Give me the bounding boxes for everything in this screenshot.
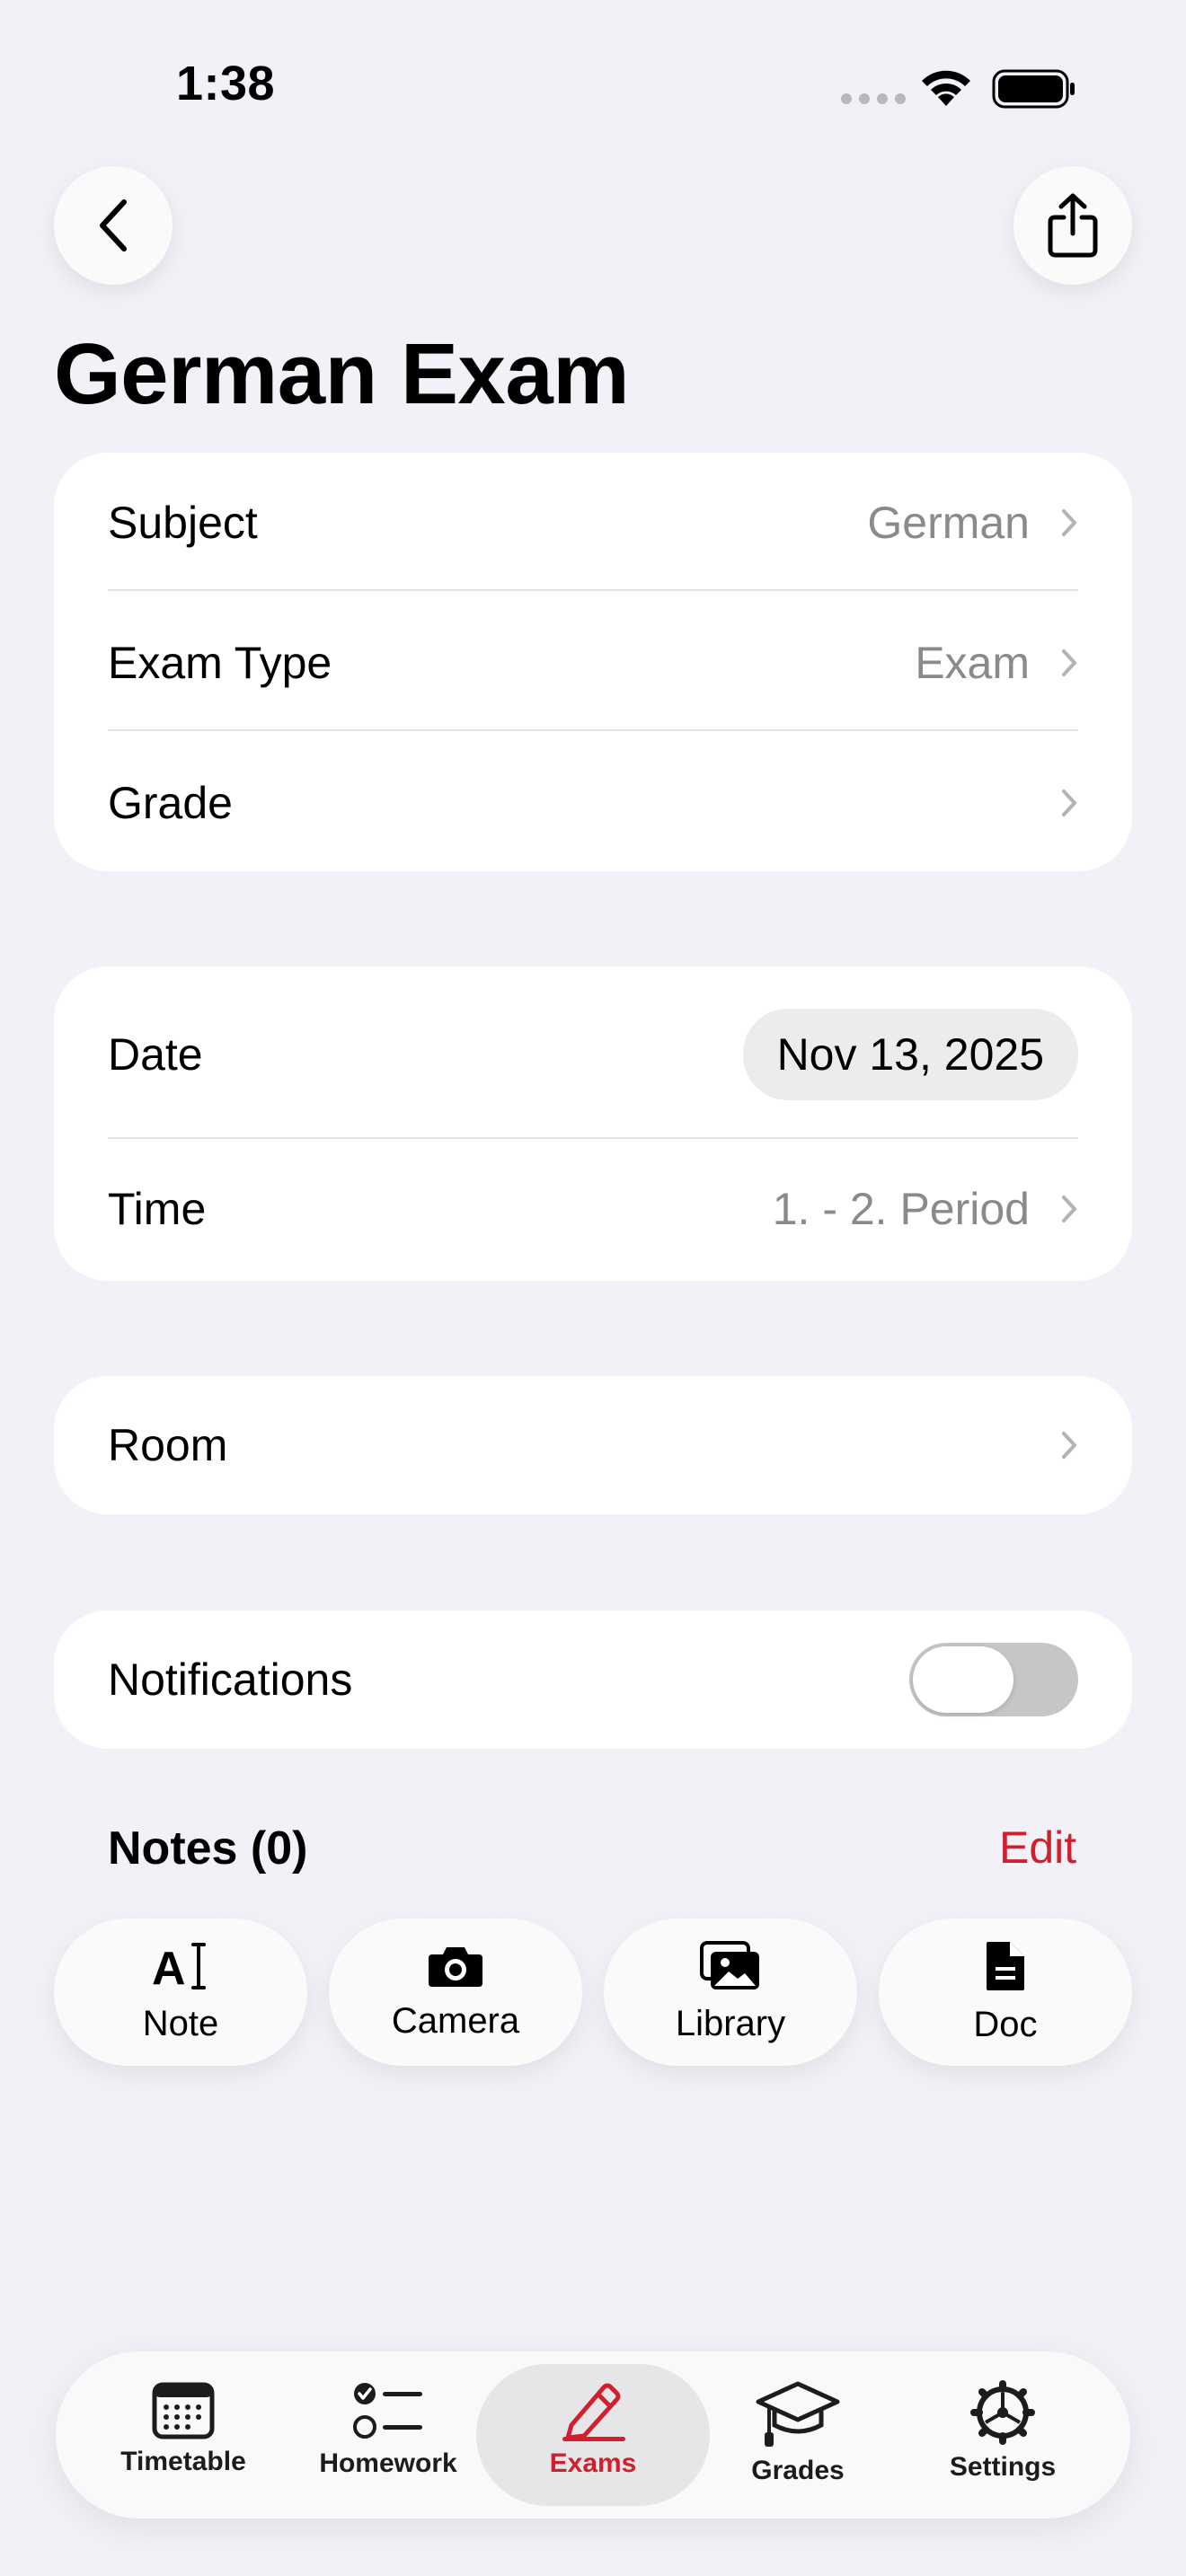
time-row[interactable]: Time 1. - 2. Period [108, 1171, 1078, 1247]
chevron-right-icon [1062, 1432, 1076, 1459]
chevron-right-icon [1062, 509, 1076, 536]
graduation-cap-icon [756, 2381, 840, 2447]
tab-exams[interactable]: Exams [503, 2380, 683, 2488]
tab-homework[interactable]: Homework [298, 2380, 478, 2488]
pencil-icon [562, 2383, 625, 2441]
tab-settings[interactable]: Settings [913, 2380, 1093, 2488]
chevron-left-icon [100, 199, 127, 251]
tab-grades-label: Grades [751, 2456, 845, 2485]
tab-grades[interactable]: Grades [708, 2380, 888, 2488]
share-icon [1048, 193, 1098, 258]
grade-row[interactable]: Grade [108, 765, 1078, 841]
tab-timetable-label: Timetable [120, 2447, 246, 2476]
subject-value: German [867, 498, 1030, 548]
doc-label: Doc [973, 2004, 1038, 2044]
chevron-right-icon [1062, 649, 1076, 676]
page-title: German Exam [54, 326, 630, 422]
divider [108, 589, 1078, 591]
time-value: 1. - 2. Period [772, 1184, 1030, 1234]
share-button[interactable] [1013, 166, 1132, 285]
library-label: Library [675, 2003, 786, 2043]
chevron-right-icon [1062, 1195, 1076, 1222]
time-label: Time [108, 1184, 207, 1234]
notifications-label: Notifications [108, 1654, 353, 1705]
chevron-right-icon [1062, 790, 1076, 816]
subject-label: Subject [108, 498, 258, 548]
date-row: Date Nov 13, 2025 [108, 1008, 1078, 1101]
room-card: Room [54, 1376, 1132, 1514]
library-button[interactable]: Library [604, 1919, 857, 2066]
doc-button[interactable]: Doc [879, 1919, 1132, 2066]
divider [108, 729, 1078, 731]
schedule-card: Date Nov 13, 2025 Time 1. - 2. Period [54, 966, 1132, 1281]
cellular-signal-icon [841, 93, 906, 104]
room-row[interactable]: Room [108, 1407, 1078, 1483]
tab-exams-label: Exams [549, 2448, 637, 2478]
grade-label: Grade [108, 778, 233, 828]
camera-button[interactable]: Camera [329, 1919, 582, 2066]
add-note-button[interactable]: A Note [54, 1919, 307, 2066]
camera-label: Camera [391, 2000, 520, 2041]
checklist-icon [353, 2383, 422, 2439]
date-label: Date [108, 1029, 203, 1080]
room-label: Room [108, 1420, 228, 1470]
document-icon [987, 1941, 1024, 1990]
notifications-row: Notifications [108, 1637, 1078, 1722]
toggle-knob [913, 1646, 1013, 1713]
notes-edit-button[interactable]: Edit [999, 1822, 1076, 1874]
notifications-card: Notifications [54, 1610, 1132, 1749]
date-picker-button[interactable]: Nov 13, 2025 [742, 1009, 1078, 1100]
camera-icon [429, 1946, 482, 1987]
notes-header: Notes (0) [108, 1822, 308, 1875]
exam-type-label: Exam Type [108, 638, 332, 688]
battery-icon [992, 69, 1075, 109]
wifi-icon [922, 70, 970, 106]
divider [108, 1137, 1078, 1139]
photo-library-icon [700, 1940, 759, 1989]
subject-row[interactable]: Subject German [108, 485, 1078, 560]
exam-details-card: Subject German Exam Type Exam Grade [54, 453, 1132, 871]
notifications-toggle[interactable] [909, 1643, 1078, 1716]
tab-homework-label: Homework [319, 2448, 457, 2478]
gear-icon [970, 2380, 1035, 2445]
back-button[interactable] [54, 166, 173, 285]
exam-type-value: Exam [915, 638, 1030, 688]
text-cursor-icon: A [152, 1942, 206, 1991]
status-time: 1:38 [176, 57, 276, 110]
calendar-icon [152, 2382, 215, 2439]
tab-settings-label: Settings [949, 2452, 1057, 2482]
note-label: Note [142, 2003, 219, 2043]
exam-type-row[interactable]: Exam Type Exam [108, 625, 1078, 701]
svg-text:A: A [152, 1943, 186, 1991]
tab-timetable[interactable]: Timetable [93, 2380, 273, 2488]
